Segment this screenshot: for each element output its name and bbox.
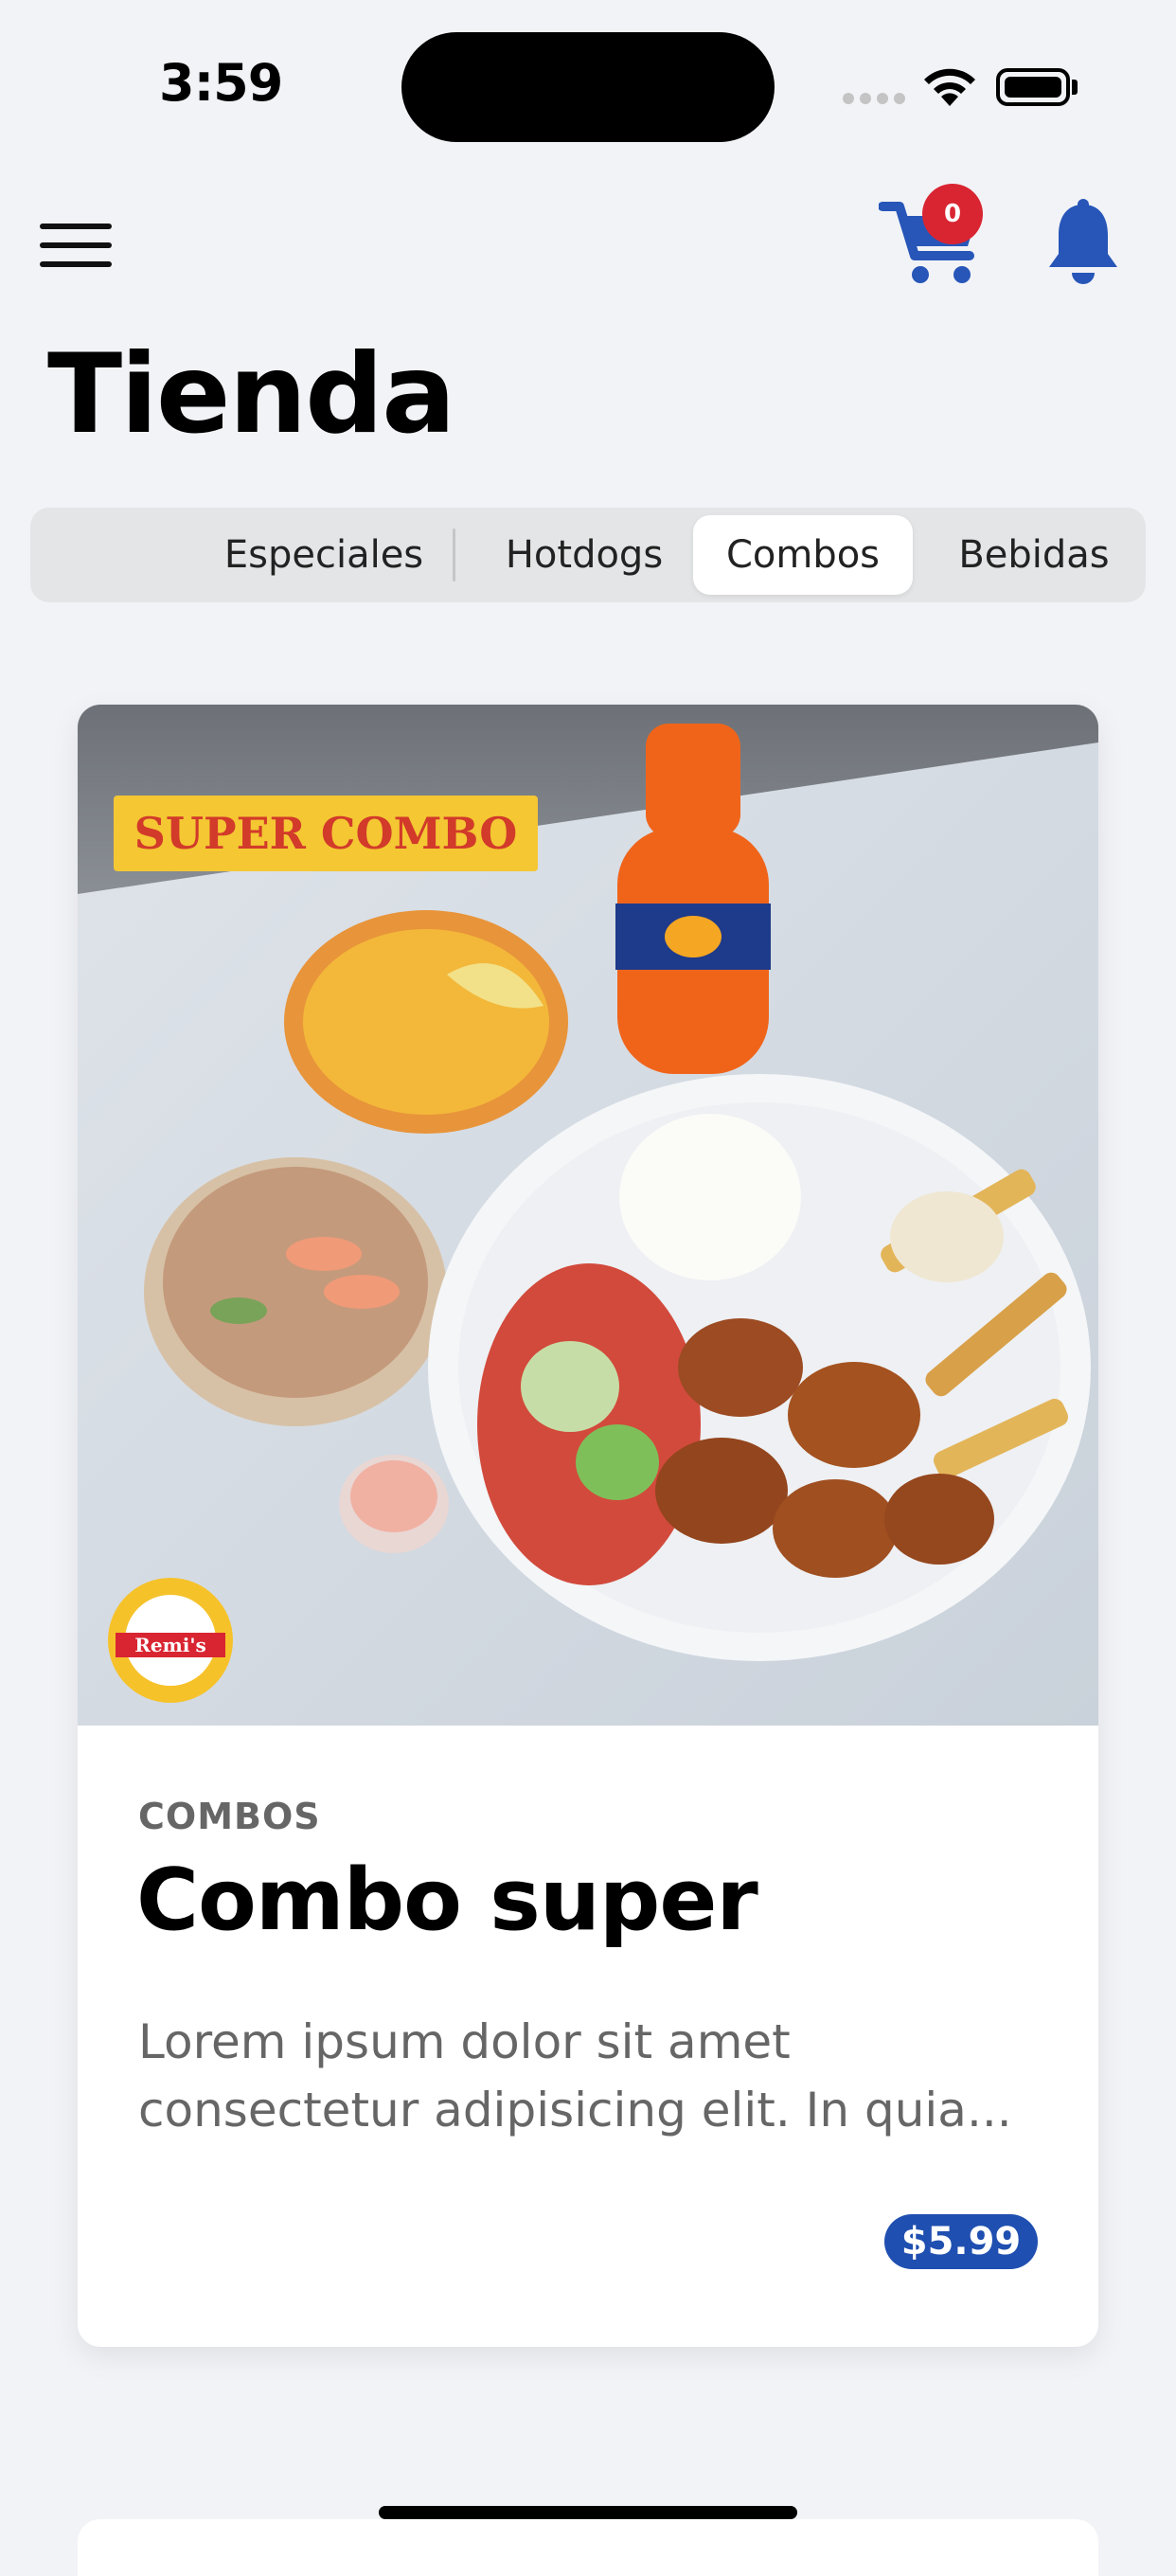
menu-button[interactable] (38, 216, 116, 277)
product-card[interactable]: SUPER COMBO Remi's COMBOS Combo super Lo… (78, 705, 1098, 2347)
product-image: SUPER COMBO Remi's (78, 705, 1098, 1726)
card-description: Lorem ipsum dolor sit amet consectetur a… (138, 2014, 1012, 2138)
tab-divider (453, 528, 455, 581)
bell-icon (1049, 199, 1117, 284)
home-indicator[interactable] (379, 2506, 797, 2519)
svg-text:Remi's: Remi's (134, 1634, 206, 1656)
wifi-icon (924, 68, 975, 106)
menu-icon (40, 224, 112, 229)
tab-hotdogs[interactable]: Hotdogs (466, 515, 703, 595)
cellular-signal-icon (843, 93, 905, 104)
dynamic-island (401, 32, 775, 142)
card-title: Combo super (136, 1851, 758, 1950)
cart-count-badge: 0 (922, 184, 983, 244)
notifications-button[interactable] (1045, 199, 1121, 288)
next-product-card[interactable] (78, 2519, 1098, 2576)
battery-tip (1072, 80, 1078, 95)
tab-bebidas[interactable]: Bebidas (928, 515, 1140, 595)
tab-especiales[interactable]: Especiales (206, 515, 441, 595)
price-badge: $5.99 (884, 2214, 1038, 2269)
status-bar: 3:59 (0, 0, 1176, 180)
card-category: COMBOS (138, 1796, 321, 1837)
image-banner-text: SUPER COMBO (134, 808, 518, 859)
status-time: 3:59 (159, 53, 283, 113)
tab-combos[interactable]: Combos (693, 515, 913, 595)
page-title: Tienda (47, 331, 455, 458)
battery-icon (996, 68, 1070, 106)
category-tabs: Especiales Hotdogs Combos Bebidas (30, 508, 1146, 602)
